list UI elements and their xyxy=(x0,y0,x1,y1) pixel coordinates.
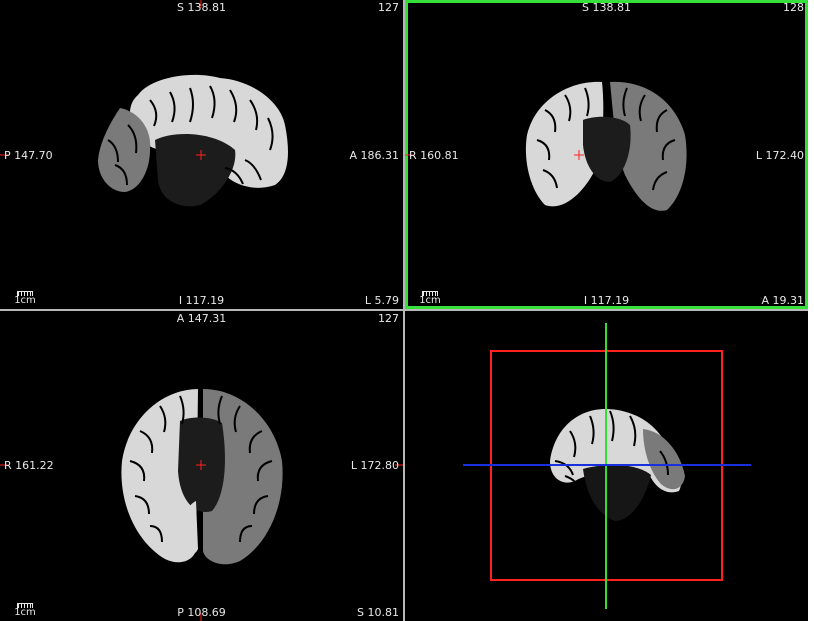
coordinate-corner-label: A 19.31 xyxy=(761,294,804,307)
orientation-left-label: R 161.22 xyxy=(4,459,54,472)
coronal-view[interactable]: 128 S 138.81 I 117.19 R 160.81 L 172.40 … xyxy=(405,0,808,309)
brain-shape-coronal xyxy=(525,81,687,211)
coronal-brain-slice xyxy=(405,81,687,211)
coordinate-corner-label: L 5.79 xyxy=(364,294,399,307)
orientation-bottom-label: P 108.69 xyxy=(177,606,226,619)
3d-view[interactable] xyxy=(405,311,808,621)
scale-bar: 1cm xyxy=(417,291,443,306)
scale-bar-label: 1cm xyxy=(419,295,441,306)
orientation-right-label: L 172.40 xyxy=(755,149,804,162)
scale-bar: 1cm xyxy=(12,291,38,306)
orientation-right-label: A 186.31 xyxy=(349,149,399,162)
brain-shape-sagittal xyxy=(98,74,288,207)
axial-brain-slice xyxy=(0,389,403,621)
sagittal-view[interactable]: 127 S 138.81 I 117.19 P 147.70 A 186.31 … xyxy=(0,0,403,309)
orientation-bottom-label: I 117.19 xyxy=(178,294,225,307)
scale-bar-label: 1cm xyxy=(14,295,36,306)
viewport-grid: 127 S 138.81 I 117.19 P 147.70 A 186.31 … xyxy=(0,0,808,621)
orientation-right-label: L 172.80 xyxy=(350,459,399,472)
sagittal-brain-slice xyxy=(0,0,288,207)
orientation-left-label: R 160.81 xyxy=(409,149,459,162)
orientation-top-label: S 138.81 xyxy=(582,1,631,14)
coordinate-corner-label: S 10.81 xyxy=(357,606,399,619)
brain-shape-axial xyxy=(121,389,283,565)
orientation-top-label: S 138.81 xyxy=(177,1,226,14)
scale-bar-label: 1cm xyxy=(14,607,36,618)
scale-bar: 1cm xyxy=(12,603,38,618)
orientation-left-label: P 147.70 xyxy=(4,149,53,162)
orientation-bottom-label: I 117.19 xyxy=(583,294,630,307)
orientation-top-label: A 147.31 xyxy=(176,312,227,325)
window-edge xyxy=(808,0,814,621)
3d-render xyxy=(463,323,751,609)
axial-view[interactable]: 127 A 147.31 P 108.69 R 161.22 L 172.80 … xyxy=(0,311,403,621)
